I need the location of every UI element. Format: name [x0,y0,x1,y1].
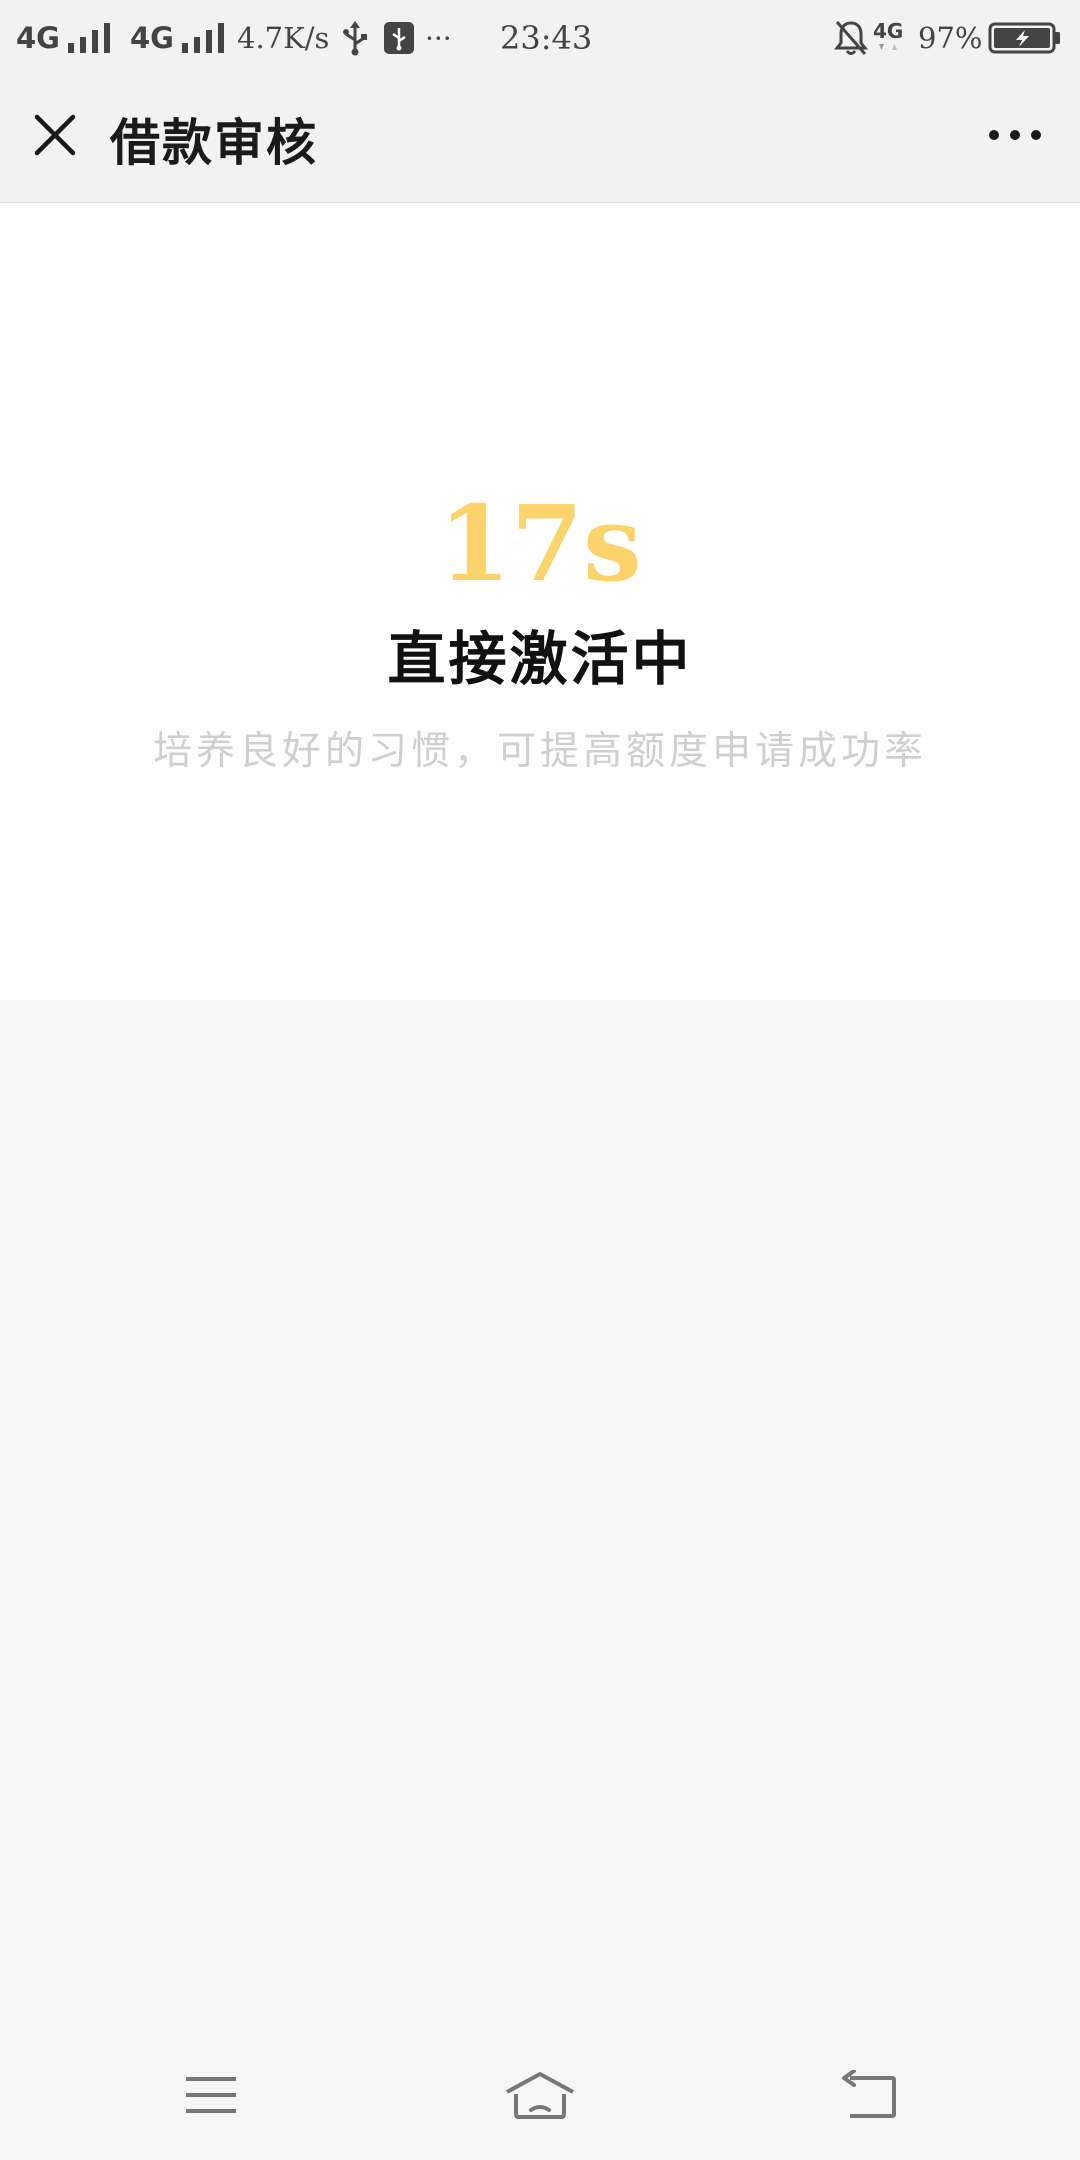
network-speed-text: 4.7K/s [237,21,330,55]
menu-icon [186,2077,236,2113]
more-button[interactable] [980,102,1050,168]
app-nav-bar: 借款审核 [0,76,1080,203]
back-button[interactable] [814,2050,924,2140]
clock: 23:43 [500,0,592,76]
network-speed: 4.7K/s [237,0,329,76]
usb-debug-icon [383,0,415,76]
page-title: 借款审核 [110,113,318,172]
network-type-1: 4G [16,21,60,55]
close-icon [34,114,76,156]
usb-icon [340,0,370,76]
bell-off-icon [834,0,868,76]
more-notifications: ··· [425,0,452,76]
system-nav-bar [0,2030,1080,2160]
back-icon [842,2070,896,2118]
clock-text: 23:43 [500,19,593,57]
mobile-data-text: 4G [873,19,904,43]
battery-icon [988,0,1062,76]
menu-button[interactable] [156,2050,266,2140]
home-icon [506,2072,574,2119]
close-button[interactable] [22,102,88,168]
mobile-data-indicator: 4G [873,0,903,76]
signal-group-2: 4G [130,0,230,76]
home-button[interactable] [485,2050,595,2140]
signal-icon [181,23,224,53]
countdown-timer: 17s [438,482,642,605]
activation-status: 直接激活中 [387,625,693,693]
review-card: 17s 直接激活中 培养良好的习惯，可提高额度申请成功率 [0,203,1080,1000]
network-type-2: 4G [130,21,174,55]
battery-percent: 97% [918,0,982,76]
hint-text: 培养良好的习惯，可提高额度申请成功率 [152,729,927,774]
more-notifications-text: ··· [425,21,452,55]
data-arrows-icon [879,44,898,50]
status-bar: 4G 4G 4.7K/s ··· 23:43 4G 97% [0,0,1080,76]
signal-group-1: 4G [16,0,116,76]
more-icon [989,130,1041,140]
signal-icon [67,23,110,53]
battery-percent-text: 97% [918,21,983,55]
